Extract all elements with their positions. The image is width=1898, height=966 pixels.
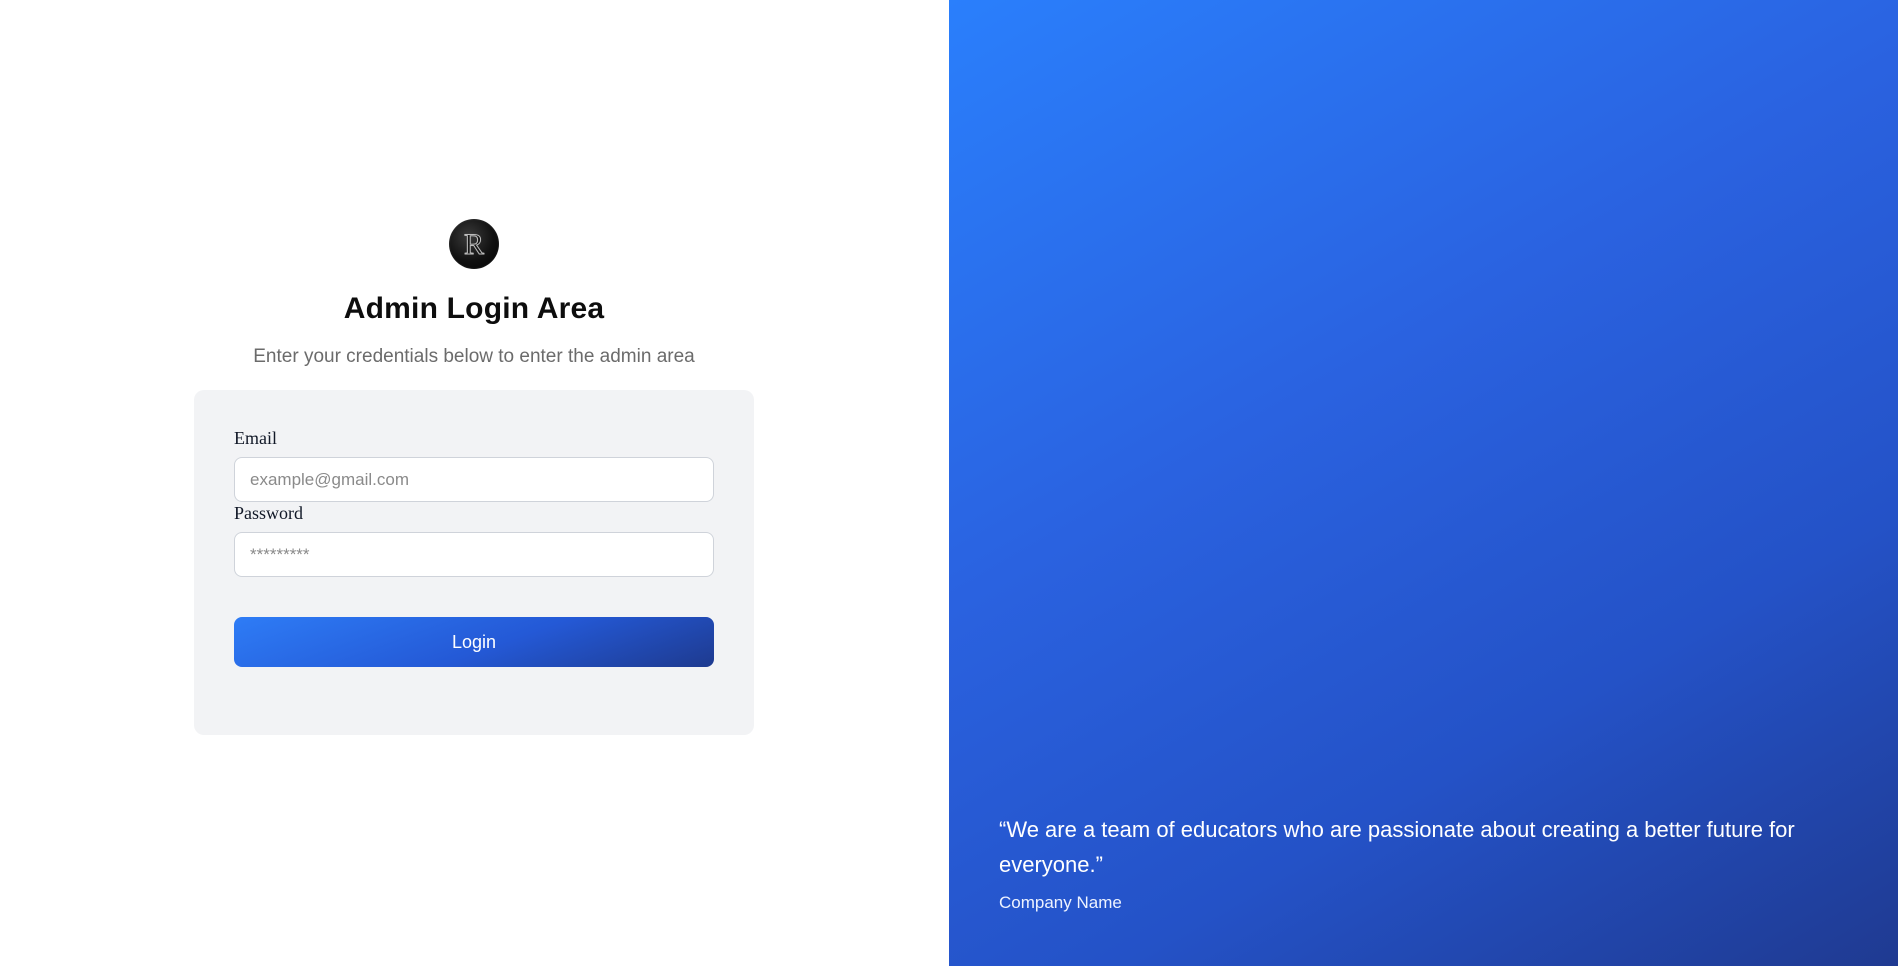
- brand-logo-icon: R: [449, 219, 499, 269]
- testimonial-quote: “We are a team of educators who are pass…: [999, 817, 1795, 877]
- password-field[interactable]: [234, 532, 714, 577]
- login-panel: R Admin Login Area Enter your credential…: [0, 0, 949, 966]
- page-subtitle: Enter your credentials below to enter th…: [253, 346, 695, 367]
- login-button[interactable]: Login: [234, 617, 714, 667]
- logo-letter: R: [463, 228, 484, 261]
- email-label: Email: [234, 428, 277, 448]
- testimonial-panel: “We are a team of educators who are pass…: [949, 0, 1898, 966]
- email-field[interactable]: [234, 457, 714, 502]
- login-container: R Admin Login Area Enter your credential…: [194, 219, 754, 735]
- testimonial-author: Company Name: [999, 893, 1122, 912]
- password-label: Password: [234, 503, 304, 523]
- login-page: R Admin Login Area Enter your credential…: [0, 0, 1898, 966]
- page-title: Admin Login Area: [343, 292, 605, 325]
- login-form: Email Password Login: [194, 390, 754, 735]
- testimonial: “We are a team of educators who are pass…: [999, 812, 1859, 913]
